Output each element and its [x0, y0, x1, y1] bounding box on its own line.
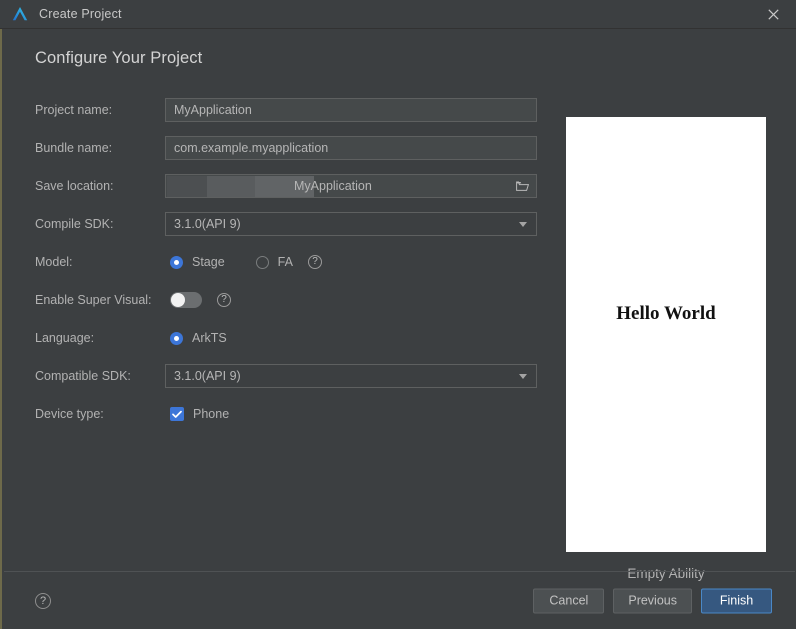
compile-sdk-value: 3.1.0(API 9)	[174, 217, 241, 231]
form-row-project-name: Project name: MyApplication	[35, 91, 540, 129]
create-project-dialog: Configure Your Project Project name: MyA…	[0, 29, 796, 629]
help-icon[interactable]: ?	[35, 592, 51, 609]
radio-model-stage[interactable]	[170, 255, 183, 269]
form-row-enable-super-visual: Enable Super Visual: ?	[35, 281, 540, 319]
device-type-label: Device type:	[35, 407, 104, 421]
page-title: Configure Your Project	[35, 49, 203, 67]
project-name-input[interactable]: MyApplication	[165, 98, 537, 122]
deveco-logo-icon	[11, 5, 29, 23]
compatible-sdk-value: 3.1.0(API 9)	[174, 369, 241, 383]
save-location-value: MyApplication	[294, 179, 372, 193]
preview-screen-text: Hello World	[616, 303, 716, 324]
project-config-form: Project name: MyApplication Bundle name:…	[35, 91, 540, 433]
compatible-sdk-label: Compatible SDK:	[35, 369, 131, 383]
form-row-device-type: Device type: Phone	[35, 395, 540, 433]
compile-sdk-select[interactable]: 3.1.0(API 9)	[165, 212, 537, 236]
chevron-down-icon	[519, 374, 527, 379]
window-title: Create Project	[39, 7, 122, 21]
model-label: Model:	[35, 255, 73, 269]
cancel-button[interactable]: Cancel	[533, 588, 605, 613]
toggle-knob	[171, 293, 185, 307]
bundle-name-input[interactable]: com.example.myapplication	[165, 136, 537, 160]
save-location-input[interactable]: MyApplication	[165, 174, 537, 198]
bundle-name-label: Bundle name:	[35, 141, 113, 155]
chevron-down-icon	[519, 222, 527, 227]
radio-model-stage-label: Stage	[192, 255, 225, 269]
enable-super-visual-toggle[interactable]	[170, 292, 202, 308]
enable-super-visual-label: Enable Super Visual:	[35, 293, 152, 307]
radio-language-arkts-label: ArkTS	[192, 331, 227, 345]
super-visual-help-icon[interactable]: ?	[217, 293, 231, 307]
form-row-bundle-name: Bundle name: com.example.myapplication	[35, 129, 540, 167]
form-row-save-location: Save location: MyApplication	[35, 167, 540, 205]
titlebar: Create Project	[0, 0, 796, 29]
model-help-icon[interactable]: ?	[307, 255, 322, 269]
form-row-compile-sdk: Compile SDK: 3.1.0(API 9)	[35, 205, 540, 243]
redacted-path	[167, 176, 314, 197]
footer-buttons: Cancel Previous Finish	[533, 588, 772, 613]
checkbox-device-phone-label: Phone	[193, 407, 230, 421]
form-row-model: Model: Stage FA ?	[35, 243, 540, 281]
language-label: Language:	[35, 331, 95, 345]
radio-model-fa[interactable]	[255, 255, 269, 269]
close-icon[interactable]	[750, 0, 796, 29]
phone-preview-screen: Hello World	[566, 117, 766, 552]
project-name-label: Project name:	[35, 103, 113, 117]
folder-icon[interactable]	[516, 180, 529, 192]
compatible-sdk-select[interactable]: 3.1.0(API 9)	[165, 364, 537, 388]
dialog-footer: ? Cancel Previous Finish	[2, 572, 795, 629]
form-row-language: Language: ArkTS	[35, 319, 540, 357]
previous-button[interactable]: Previous	[613, 588, 692, 613]
checkbox-device-phone[interactable]	[170, 407, 184, 421]
form-row-compatible-sdk: Compatible SDK: 3.1.0(API 9)	[35, 357, 540, 395]
save-location-label: Save location:	[35, 179, 114, 193]
finish-button[interactable]: Finish	[701, 588, 772, 613]
template-preview: Hello World Empty Ability	[566, 117, 766, 581]
compile-sdk-label: Compile SDK:	[35, 217, 114, 231]
radio-model-fa-label: FA	[277, 255, 293, 269]
radio-language-arkts[interactable]	[170, 331, 183, 345]
